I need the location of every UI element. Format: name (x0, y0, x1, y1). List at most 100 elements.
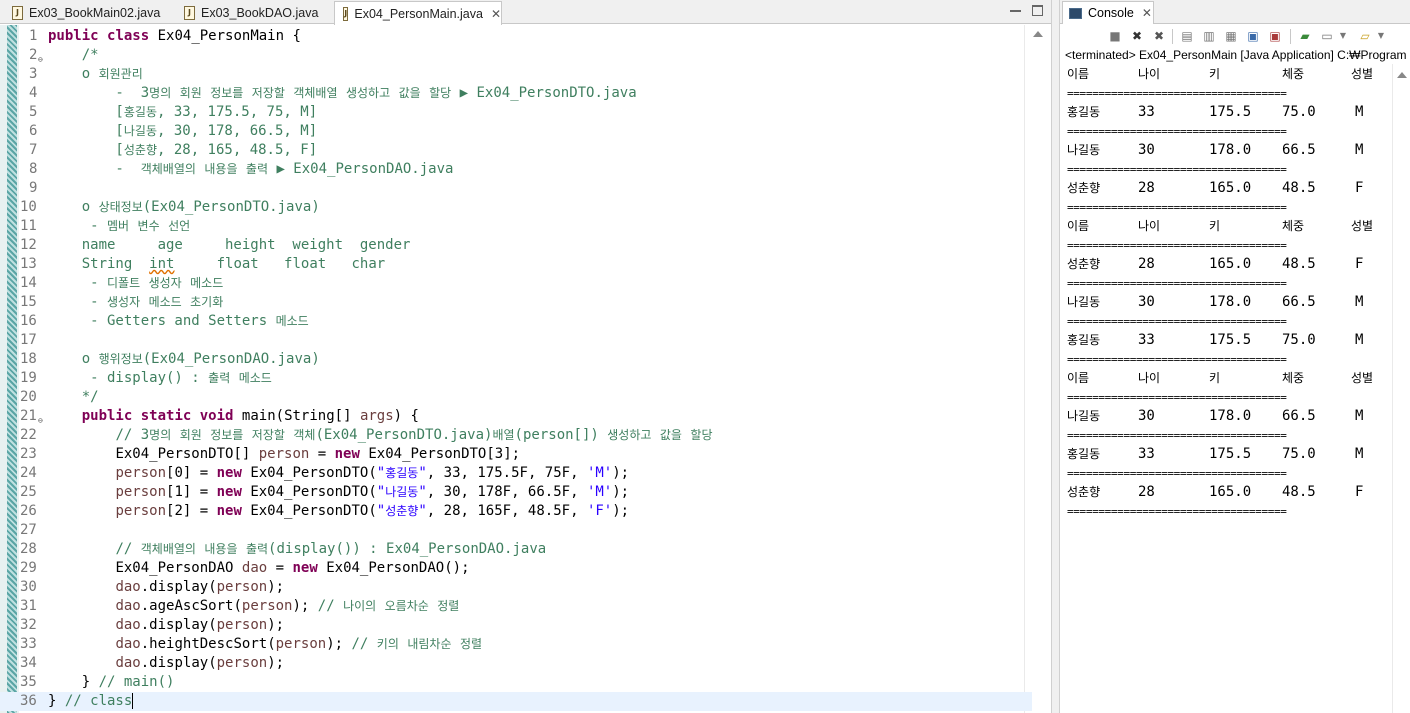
remove-launch-icon[interactable]: ✖ (1130, 29, 1144, 43)
code-line[interactable]: 11 - 멤버 변수 선언 (0, 217, 1032, 236)
code-area[interactable]: 1 public class Ex04_PersonMain {2 ⊖ /* 3 o … (0, 25, 1051, 713)
code-line[interactable]: 7 [성춘향, 28, 165, 48.5, F] (0, 141, 1032, 160)
code-line[interactable]: 26 person[2] = new Ex04_PersonDTO("성춘향",… (0, 502, 1032, 521)
close-icon[interactable]: ✕ (1142, 6, 1152, 20)
code-text: o 회원관리 (48, 66, 143, 82)
code-text: /* (48, 47, 99, 63)
code-line[interactable]: 32 dao.display(person); (0, 616, 1032, 635)
code-line[interactable]: 18 o 행위정보(Ex04_PersonDAO.java) (0, 350, 1032, 369)
tab-ex03-bookmain02[interactable]: J Ex03_BookMain02.java (4, 1, 172, 24)
line-number: 3 (29, 66, 38, 82)
chevron-down-icon[interactable]: ▼ (1374, 29, 1388, 43)
code-line[interactable]: 34 dao.display(person); (0, 654, 1032, 673)
code-line[interactable]: 5 [홍길동, 33, 175.5, 75, M] (0, 103, 1032, 122)
output-separator: =================================== (1067, 87, 1287, 100)
output-separator: =================================== (1067, 353, 1287, 366)
code-line[interactable]: 27 (0, 521, 1032, 540)
code-line[interactable]: 16 - Getters and Setters 메소드 (0, 312, 1032, 331)
scroll-up-arrow-icon[interactable] (1397, 72, 1407, 78)
output-cell: 나길동 (1067, 295, 1101, 309)
output-cell: 33 (1138, 332, 1155, 348)
output-row: 성춘향 28 165.0 48.5 F (1067, 255, 1407, 274)
code-line[interactable]: 31 dao.ageAscSort(person); // 나이의 오름차순 정… (0, 597, 1032, 616)
code-text: - 3명의 회원 정보를 저장할 객체배열 생성하고 값을 할당 ▶ Ex04_… (48, 85, 637, 101)
line-number: 9 (29, 180, 38, 196)
line-number: 20 (20, 389, 37, 405)
output-separator: =================================== (1067, 125, 1287, 138)
word-wrap-icon[interactable]: ▦ (1224, 29, 1238, 43)
code-text: person[0] = new Ex04_PersonDTO("홍길동", 33… (115, 465, 630, 481)
tab-console[interactable]: Console ✕ (1062, 1, 1154, 24)
console-vertical-scrollbar[interactable] (1392, 64, 1410, 713)
line-number: 36 (20, 693, 37, 709)
code-line[interactable]: 25 person[1] = new Ex04_PersonDTO("나길동",… (0, 483, 1032, 502)
code-text: - 멤버 변수 선언 (48, 218, 191, 234)
output-cell: 체중 (1282, 219, 1305, 233)
output-separator: =================================== (1067, 239, 1287, 252)
code-line[interactable]: 9 (0, 179, 1032, 198)
code-line[interactable]: 20 */ (0, 388, 1032, 407)
output-cell: 나이 (1138, 371, 1161, 385)
scroll-up-arrow-icon[interactable] (1033, 31, 1043, 37)
code-line[interactable]: 6 [나길동, 30, 178, 66.5, M] (0, 122, 1032, 141)
code-text: - Getters and Setters 메소드 (48, 313, 309, 329)
code-text: public static void main(String[] args) { (81, 408, 419, 424)
output-cell: 178.0 (1209, 408, 1252, 424)
output-cell: 175.5 (1209, 104, 1252, 120)
output-row: 나길동 30 178.0 66.5 M (1067, 141, 1407, 160)
output-cell: 30 (1138, 294, 1155, 310)
code-line[interactable]: 28 // 객체배열의 내용을 출력(display()) : Ex04_Per… (0, 540, 1032, 559)
display-selected-console-icon[interactable]: ▭ (1320, 29, 1334, 43)
show-on-stderr-icon[interactable]: ▣ (1268, 29, 1282, 43)
maximize-icon[interactable] (1032, 5, 1043, 16)
code-line[interactable]: 17 (0, 331, 1032, 350)
code-line[interactable]: 14 - 디폴트 생성자 메소드 (0, 274, 1032, 293)
output-separator: =================================== (1067, 429, 1287, 442)
chevron-down-icon[interactable]: ▼ (1336, 29, 1350, 43)
pin-console-icon[interactable]: ▰ (1298, 29, 1312, 43)
code-line[interactable]: 3 o 회원관리 (0, 65, 1032, 84)
code-line[interactable]: 10 o 상태정보(Ex04_PersonDTO.java) (0, 198, 1032, 217)
tab-ex04-personmain[interactable]: J Ex04_PersonMain.java ✕ (334, 1, 502, 25)
output-cell: 키 (1209, 219, 1221, 233)
code-line[interactable]: 24 person[0] = new Ex04_PersonDTO("홍길동",… (0, 464, 1032, 483)
code-line[interactable]: 36} // class (0, 692, 1032, 711)
code-line[interactable]: 19 - display() : 출력 메소드 (0, 369, 1032, 388)
output-cell: 성춘향 (1067, 181, 1101, 195)
code-line[interactable]: 2 ⊖ /* (0, 46, 1032, 65)
console-output[interactable]: 이름 나이 키 체중 성별 ===============================… (1060, 64, 1410, 713)
code-line[interactable]: 29 Ex04_PersonDAO dao = new Ex04_PersonD… (0, 559, 1032, 578)
view-divider[interactable] (1051, 0, 1060, 713)
code-editor[interactable]: J Ex03_BookMain02.java J Ex03_BookDAO.ja… (0, 0, 1051, 713)
code-line[interactable]: 1 public class Ex04_PersonMain { (0, 27, 1032, 46)
minimize-icon[interactable] (1010, 5, 1021, 12)
output-cell: F (1355, 180, 1364, 196)
code-line[interactable]: 23 Ex04_PersonDTO[] person = new Ex04_Pe… (0, 445, 1032, 464)
close-icon[interactable]: ✕ (491, 7, 501, 21)
code-line[interactable]: 30 dao.display(person); (0, 578, 1032, 597)
output-cell: 키 (1209, 67, 1221, 81)
clear-console-icon[interactable]: ▤ (1180, 29, 1194, 43)
line-number: 18 (20, 351, 37, 367)
code-line[interactable]: 15 - 생성자 메소드 초기화 (0, 293, 1032, 312)
code-line[interactable]: 12 name age height weight gender (0, 236, 1032, 255)
code-line[interactable]: 35 } // main() (0, 673, 1032, 692)
tab-label: Ex04_PersonMain.java (354, 6, 483, 21)
code-line[interactable]: 4 - 3명의 회원 정보를 저장할 객체배열 생성하고 값을 할당 ▶ Ex0… (0, 84, 1032, 103)
output-header-row: 이름 나이 키 체중 성별 (1067, 65, 1407, 84)
show-on-stdout-icon[interactable]: ▣ (1246, 29, 1260, 43)
code-line[interactable]: 33 dao.heightDescSort(person); // 키의 내림차… (0, 635, 1032, 654)
code-line[interactable]: 8 - 객체배열의 내용을 출력 ▶ Ex04_PersonDAO.java (0, 160, 1032, 179)
code-line[interactable]: 21 ⊖ public static void main(String[] arg… (0, 407, 1032, 426)
open-console-icon[interactable]: ▱ (1358, 29, 1372, 43)
line-number: 25 (20, 484, 37, 500)
scroll-lock-icon[interactable]: ▥ (1202, 29, 1216, 43)
line-number: 29 (20, 560, 37, 576)
tab-ex03-bookdao[interactable]: J Ex03_BookDAO.java (176, 1, 334, 24)
code-text: [성춘향, 28, 165, 48.5, F] (48, 142, 318, 158)
terminate-icon[interactable]: ■ (1108, 29, 1122, 43)
remove-all-terminated-icon[interactable]: ✖ (1152, 29, 1166, 43)
code-text: dao.display(person); (115, 655, 285, 671)
code-line[interactable]: 22 // 3명의 회원 정보를 저장할 객체(Ex04_PersonDTO.j… (0, 426, 1032, 445)
code-line[interactable]: 13 String int float float char (0, 255, 1032, 274)
